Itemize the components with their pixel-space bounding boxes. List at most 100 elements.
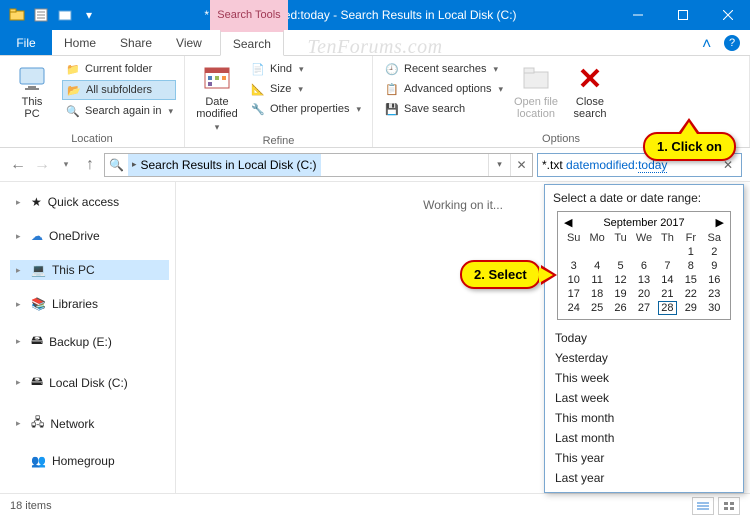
libraries-icon: 📚: [31, 297, 46, 311]
date-range-option[interactable]: Yesterday: [553, 348, 735, 368]
qat-properties-icon[interactable]: [30, 4, 52, 26]
sidebar-item-onedrive[interactable]: ▸☁OneDrive: [10, 226, 169, 246]
kind-button[interactable]: 📄 Kind: [247, 60, 364, 78]
date-modified-button[interactable]: Date modified ▾: [193, 60, 241, 133]
close-button[interactable]: [705, 0, 750, 30]
calendar-day[interactable]: 13: [632, 273, 655, 287]
calendar-day[interactable]: 9: [703, 259, 726, 273]
qat-new-folder-icon[interactable]: [54, 4, 76, 26]
up-button[interactable]: ↑: [80, 155, 100, 175]
help-icon[interactable]: ?: [724, 35, 740, 51]
advanced-options-label: Advanced options: [404, 83, 491, 95]
stop-button[interactable]: ✕: [510, 154, 532, 176]
qat-dropdown-icon[interactable]: ▾: [78, 4, 100, 26]
date-range-option[interactable]: This year: [553, 448, 735, 468]
calendar-day[interactable]: 7: [656, 259, 679, 273]
sidebar-item-local-disk[interactable]: ▸🖴Local Disk (C:): [10, 369, 169, 396]
calendar-day[interactable]: 23: [703, 287, 726, 301]
calendar-day[interactable]: 21: [656, 287, 679, 301]
address-bar[interactable]: 🔍 ▸Search Results in Local Disk (C:) ▾ ✕: [104, 153, 533, 177]
search-again-in-button[interactable]: 🔍Search again in: [62, 102, 176, 120]
tab-view[interactable]: View: [164, 30, 214, 55]
subfolders-icon: 📂: [66, 82, 82, 98]
calendar-day[interactable]: 16: [703, 273, 726, 287]
calendar-day[interactable]: 17: [562, 287, 585, 301]
calendar-weekday: Th: [656, 231, 679, 245]
size-filter-button[interactable]: 📐 Size: [247, 80, 364, 98]
calendar-day[interactable]: 5: [609, 259, 632, 273]
calendar-day[interactable]: 1: [679, 245, 702, 259]
calendar-day[interactable]: 11: [585, 273, 608, 287]
address-dropdown-button[interactable]: ▾: [488, 154, 510, 176]
sidebar-this-pc-label: This PC: [52, 263, 95, 277]
working-text: Working on it...: [423, 198, 503, 212]
collapse-ribbon-icon[interactable]: ˄: [702, 36, 716, 50]
close-search-button[interactable]: Close search: [566, 60, 614, 131]
recent-searches-button[interactable]: 🕘Recent searches: [381, 60, 506, 78]
calendar-day[interactable]: 29: [679, 301, 702, 315]
calendar-day[interactable]: 8: [679, 259, 702, 273]
next-month-button[interactable]: ▶: [716, 216, 724, 229]
back-button[interactable]: ←: [8, 155, 28, 175]
calendar-day[interactable]: 28: [656, 301, 679, 315]
breadcrumb[interactable]: Search Results in Local Disk (C:): [140, 158, 316, 172]
tab-share[interactable]: Share: [108, 30, 164, 55]
calendar-day: [585, 245, 608, 259]
sidebar-item-network[interactable]: ▸🖧Network: [10, 410, 169, 437]
calendar-day[interactable]: 27: [632, 301, 655, 315]
calendar-day[interactable]: 20: [632, 287, 655, 301]
tab-file[interactable]: File: [0, 30, 52, 55]
calendar-day[interactable]: 6: [632, 259, 655, 273]
calendar-day[interactable]: 15: [679, 273, 702, 287]
size-label: Size: [270, 83, 291, 95]
calendar-day[interactable]: 12: [609, 273, 632, 287]
calendar-day[interactable]: 18: [585, 287, 608, 301]
maximize-button[interactable]: [660, 0, 705, 30]
date-range-option[interactable]: Last year: [553, 468, 735, 488]
calendar-day[interactable]: 24: [562, 301, 585, 315]
item-count: 18 items: [10, 500, 52, 512]
calendar-day[interactable]: 10: [562, 273, 585, 287]
date-range-option[interactable]: Last month: [553, 428, 735, 448]
calendar-month-label[interactable]: September 2017: [603, 217, 684, 229]
advanced-options-button[interactable]: 📋Advanced options: [381, 80, 506, 98]
date-range-option[interactable]: Today: [553, 328, 735, 348]
calendar-weekday: Su: [562, 231, 585, 245]
kind-icon: 📄: [250, 61, 266, 77]
all-subfolders-button[interactable]: 📂All subfolders: [62, 80, 176, 100]
details-view-button[interactable]: [692, 497, 714, 515]
size-icon: 📐: [250, 81, 266, 97]
current-folder-button[interactable]: 📁Current folder: [62, 60, 176, 78]
tab-home[interactable]: Home: [52, 30, 108, 55]
date-range-option[interactable]: This month: [553, 408, 735, 428]
kind-label: Kind: [270, 63, 292, 75]
sidebar-item-this-pc[interactable]: ▸💻This PC: [10, 260, 169, 280]
calendar-day[interactable]: 19: [609, 287, 632, 301]
sidebar-item-libraries[interactable]: ▸📚Libraries: [10, 294, 169, 314]
calendar-day[interactable]: 4: [585, 259, 608, 273]
calendar-day[interactable]: 25: [585, 301, 608, 315]
save-search-button[interactable]: 💾Save search: [381, 100, 506, 118]
calendar-day[interactable]: 30: [703, 301, 726, 315]
calendar-day[interactable]: 3: [562, 259, 585, 273]
sidebar-item-backup[interactable]: ▸🖴Backup (E:): [10, 328, 169, 355]
calendar-day[interactable]: 2: [703, 245, 726, 259]
calendar-day[interactable]: 26: [609, 301, 632, 315]
date-range-option[interactable]: This week: [553, 368, 735, 388]
flyout-title: Select a date or date range:: [553, 191, 735, 205]
sidebar-onedrive-label: OneDrive: [49, 229, 100, 243]
minimize-button[interactable]: [615, 0, 660, 30]
sidebar-item-homegroup[interactable]: 👥Homegroup: [10, 451, 169, 471]
this-pc-button[interactable]: This PC: [8, 60, 56, 131]
icons-view-button[interactable]: [718, 497, 740, 515]
calendar-day[interactable]: 14: [656, 273, 679, 287]
sidebar-item-quick-access[interactable]: ▸★Quick access: [10, 192, 169, 212]
prev-month-button[interactable]: ◀: [564, 216, 572, 229]
tab-search[interactable]: Search: [220, 30, 284, 56]
calendar-day[interactable]: 22: [679, 287, 702, 301]
other-properties-button[interactable]: 🔧Other properties: [247, 100, 364, 118]
callout-select: 2. Select: [460, 260, 541, 289]
date-range-option[interactable]: Last week: [553, 388, 735, 408]
recent-locations-button[interactable]: ▾: [56, 155, 76, 175]
date-range-flyout: Select a date or date range: ◀ September…: [544, 184, 744, 493]
